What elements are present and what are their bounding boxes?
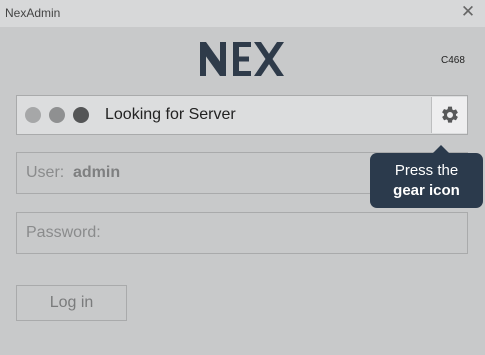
title-bar: NexAdmin ✕	[0, 0, 485, 27]
user-value[interactable]: admin	[73, 164, 120, 182]
version-code: C468	[441, 55, 465, 66]
tooltip-line-1: Press the	[394, 162, 459, 179]
nex-logo	[200, 40, 284, 83]
tooltip-line-2: gear icon	[393, 182, 460, 199]
server-status-bar: Looking for Server	[16, 95, 468, 135]
status-dot-1	[25, 107, 41, 123]
close-icon[interactable]: ✕	[459, 3, 477, 21]
tooltip-arrow	[433, 145, 449, 153]
status-dot-3	[73, 107, 89, 123]
status-text: Looking for Server	[105, 106, 236, 123]
login-button[interactable]: Log in	[16, 285, 127, 321]
password-field[interactable]: Password:	[16, 212, 468, 254]
status-dot-2	[49, 107, 65, 123]
settings-button[interactable]	[431, 97, 467, 133]
user-label: User:	[26, 164, 65, 181]
window-title: NexAdmin	[5, 6, 61, 20]
hint-tooltip: Press the gear icon	[370, 145, 483, 208]
password-label: Password:	[26, 224, 101, 241]
